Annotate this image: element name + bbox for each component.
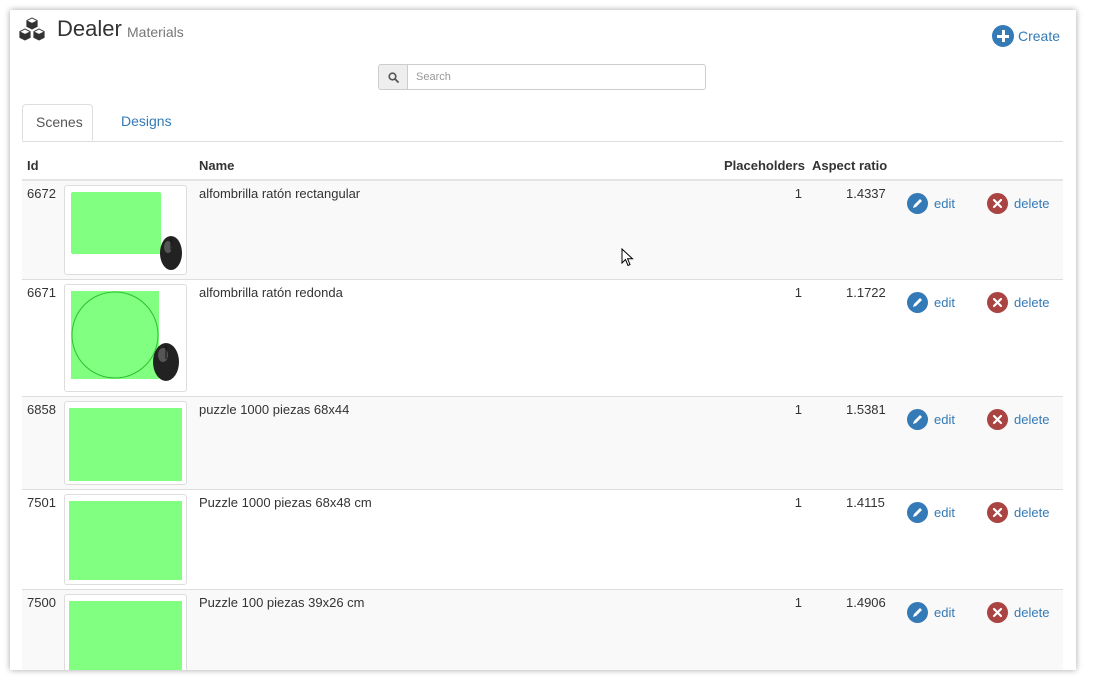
times-circle-icon: [987, 193, 1008, 214]
row-id: 7500: [27, 595, 56, 610]
pencil-icon: [907, 409, 928, 430]
row-name: alfombrilla ratón redonda: [199, 285, 343, 300]
row-id: 6671: [27, 285, 56, 300]
row-placeholders: 1: [794, 285, 802, 300]
table-row: 6858 puzzle 1000 piezas 68x44 1 1.5381 e…: [22, 397, 1063, 490]
edit-button[interactable]: edit: [907, 193, 955, 214]
row-name: alfombrilla ratón rectangular: [199, 186, 361, 201]
delete-button[interactable]: delete: [987, 409, 1049, 430]
edit-button[interactable]: edit: [907, 409, 955, 430]
page-subtitle: Materials: [127, 24, 184, 40]
tab-designs[interactable]: Designs: [108, 104, 185, 140]
column-header-name[interactable]: Name: [199, 158, 234, 173]
row-placeholders: 1: [794, 186, 802, 201]
pencil-icon: [907, 193, 928, 214]
page-title: Dealer: [57, 16, 122, 41]
delete-label: delete: [1014, 196, 1050, 211]
pencil-icon: [907, 292, 928, 313]
row-id: 6672: [27, 186, 56, 201]
delete-button[interactable]: delete: [987, 193, 1049, 214]
table-header: Id Name Placeholders Aspect ratio: [22, 152, 1063, 181]
row-id: 7501: [27, 495, 56, 510]
search-button[interactable]: [378, 64, 407, 90]
placeholder-area: [71, 192, 161, 254]
scene-thumbnail[interactable]: [64, 185, 187, 275]
page-header: Dealer Materials Create: [10, 10, 1076, 60]
table-row: 6672 alfombrilla ratón rectangular 1 1.4…: [22, 181, 1063, 280]
edit-button[interactable]: edit: [907, 602, 955, 623]
cubes-icon: [18, 16, 46, 42]
delete-button[interactable]: delete: [987, 502, 1049, 523]
times-circle-icon: [987, 502, 1008, 523]
edit-button[interactable]: edit: [907, 502, 955, 523]
pencil-icon: [907, 602, 928, 623]
table-row: 7500 Puzzle 100 piezas 39x26 cm 1 1.4906…: [22, 590, 1063, 670]
delete-button[interactable]: delete: [987, 602, 1049, 623]
row-placeholders: 1: [794, 402, 802, 417]
search-input[interactable]: [407, 64, 706, 90]
edit-button[interactable]: edit: [907, 292, 955, 313]
search-group: [378, 64, 706, 90]
delete-label: delete: [1014, 505, 1050, 520]
row-aspect-ratio: 1.4337: [846, 186, 886, 201]
table-row: 6671 alfombrilla ratón redonda 1 1.1722 …: [22, 280, 1063, 397]
row-aspect-ratio: 1.4115: [846, 495, 885, 510]
scene-thumbnail[interactable]: [64, 284, 187, 392]
delete-label: delete: [1014, 295, 1050, 310]
edit-label: edit: [934, 295, 955, 310]
search-icon: [387, 71, 399, 83]
mouse-icon: [153, 343, 179, 381]
row-placeholders: 1: [794, 595, 802, 610]
round-guide-icon: [71, 291, 159, 379]
row-name: puzzle 1000 piezas 68x44: [199, 402, 350, 417]
edit-label: edit: [934, 412, 955, 427]
edit-label: edit: [934, 605, 955, 620]
scenes-table: Id Name Placeholders Aspect ratio 6672 a…: [22, 152, 1063, 670]
row-id: 6858: [27, 402, 56, 417]
row-placeholders: 1: [794, 495, 802, 510]
row-aspect-ratio: 1.1722: [846, 285, 886, 300]
delete-label: delete: [1014, 412, 1050, 427]
times-circle-icon: [987, 292, 1008, 313]
row-aspect-ratio: 1.4906: [846, 595, 886, 610]
create-label: Create: [1018, 28, 1061, 44]
delete-label: delete: [1014, 605, 1050, 620]
times-circle-icon: [987, 602, 1008, 623]
scene-thumbnail[interactable]: [64, 401, 187, 485]
times-circle-icon: [987, 409, 1008, 430]
scene-thumbnail[interactable]: [64, 594, 187, 670]
edit-label: edit: [934, 505, 955, 520]
pencil-icon: [907, 502, 928, 523]
tab-bar: Scenes Designs: [22, 104, 1063, 142]
mouse-pointer-icon: [621, 248, 634, 267]
plus-circle-icon: [992, 25, 1014, 47]
tab-scenes[interactable]: Scenes: [22, 104, 93, 141]
edit-label: edit: [934, 196, 955, 211]
column-header-aspect-ratio: Aspect ratio: [812, 158, 888, 173]
column-header-placeholders: Placeholders: [724, 158, 805, 173]
placeholder-area: [69, 408, 182, 481]
row-name: Puzzle 1000 piezas 68x48 cm: [199, 495, 372, 510]
mouse-icon: [160, 236, 182, 270]
placeholder-area: [69, 501, 182, 580]
placeholder-area: [69, 601, 182, 670]
scene-thumbnail[interactable]: [64, 494, 187, 585]
row-aspect-ratio: 1.5381: [846, 402, 886, 417]
delete-button[interactable]: delete: [987, 292, 1049, 313]
create-button[interactable]: Create: [992, 24, 1060, 48]
column-header-id: Id: [27, 158, 39, 173]
app-window: Dealer Materials Create Scenes Designs I…: [10, 10, 1076, 670]
row-name: Puzzle 100 piezas 39x26 cm: [199, 595, 365, 610]
table-row: 7501 Puzzle 1000 piezas 68x48 cm 1 1.411…: [22, 490, 1063, 590]
